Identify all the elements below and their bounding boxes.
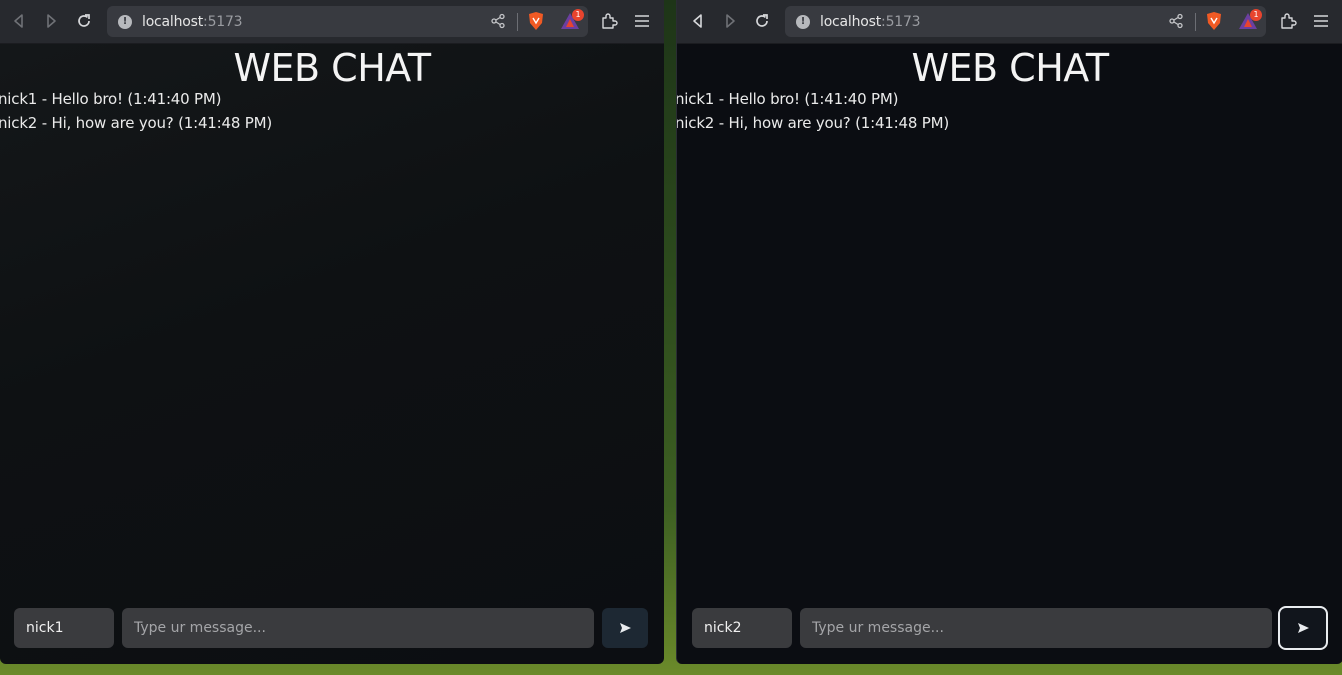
url-text: localhost:5173 <box>820 13 921 30</box>
address-bar[interactable]: ! localhost:5173 1 <box>107 6 588 37</box>
brave-rewards-icon[interactable]: 1 <box>560 9 584 35</box>
send-icon <box>1297 623 1309 633</box>
browser-window-right: ! localhost:5173 1 WEB CHAT nick1 - Hell… <box>676 0 1342 664</box>
back-icon[interactable] <box>8 10 30 32</box>
message-list: nick1 - Hello bro! (1:41:40 PM) nick2 - … <box>0 88 664 136</box>
nickname-input[interactable] <box>692 608 792 648</box>
send-button[interactable] <box>602 608 648 648</box>
browser-window-left: ! localhost:5173 1 WEB CHAT nick1 - Hell… <box>0 0 664 664</box>
share-icon[interactable] <box>1168 13 1184 34</box>
nickname-input[interactable] <box>14 608 114 648</box>
send-button[interactable] <box>1278 606 1328 650</box>
message-item: nick2 - Hi, how are you? (1:41:48 PM) <box>676 114 950 132</box>
extensions-icon[interactable] <box>1277 10 1299 32</box>
rewards-badge: 1 <box>1250 9 1262 21</box>
browser-toolbar: ! localhost:5173 1 <box>677 0 1342 44</box>
menu-icon[interactable] <box>1310 10 1332 32</box>
site-info-icon[interactable]: ! <box>118 14 132 29</box>
extensions-icon[interactable] <box>598 10 620 32</box>
brave-rewards-icon[interactable]: 1 <box>1238 9 1262 35</box>
page-title: WEB CHAT <box>911 46 1109 90</box>
reload-icon[interactable] <box>73 10 95 32</box>
reload-icon[interactable] <box>751 10 773 32</box>
share-icon[interactable] <box>490 13 506 34</box>
address-bar[interactable]: ! localhost:5173 1 <box>785 6 1266 37</box>
rewards-badge: 1 <box>572 9 584 21</box>
urlbar-separator <box>1195 13 1196 31</box>
message-input[interactable] <box>122 608 594 648</box>
message-input[interactable] <box>800 608 1272 648</box>
browser-toolbar: ! localhost:5173 1 <box>0 0 664 44</box>
message-item: nick2 - Hi, how are you? (1:41:48 PM) <box>0 114 273 132</box>
site-info-icon[interactable]: ! <box>796 14 810 29</box>
brave-shields-icon[interactable] <box>1205 11 1223 36</box>
urlbar-separator <box>517 13 518 31</box>
message-item: nick1 - Hello bro! (1:41:40 PM) <box>0 90 222 108</box>
url-text: localhost:5173 <box>142 13 243 30</box>
forward-icon[interactable] <box>719 10 741 32</box>
message-list: nick1 - Hello bro! (1:41:40 PM) nick2 - … <box>677 88 1342 136</box>
back-icon[interactable] <box>687 10 709 32</box>
send-icon <box>619 623 631 633</box>
page-title: WEB CHAT <box>233 46 431 90</box>
message-item: nick1 - Hello bro! (1:41:40 PM) <box>676 90 899 108</box>
menu-icon[interactable] <box>631 10 653 32</box>
forward-icon[interactable] <box>40 10 62 32</box>
brave-shields-icon[interactable] <box>527 11 545 36</box>
